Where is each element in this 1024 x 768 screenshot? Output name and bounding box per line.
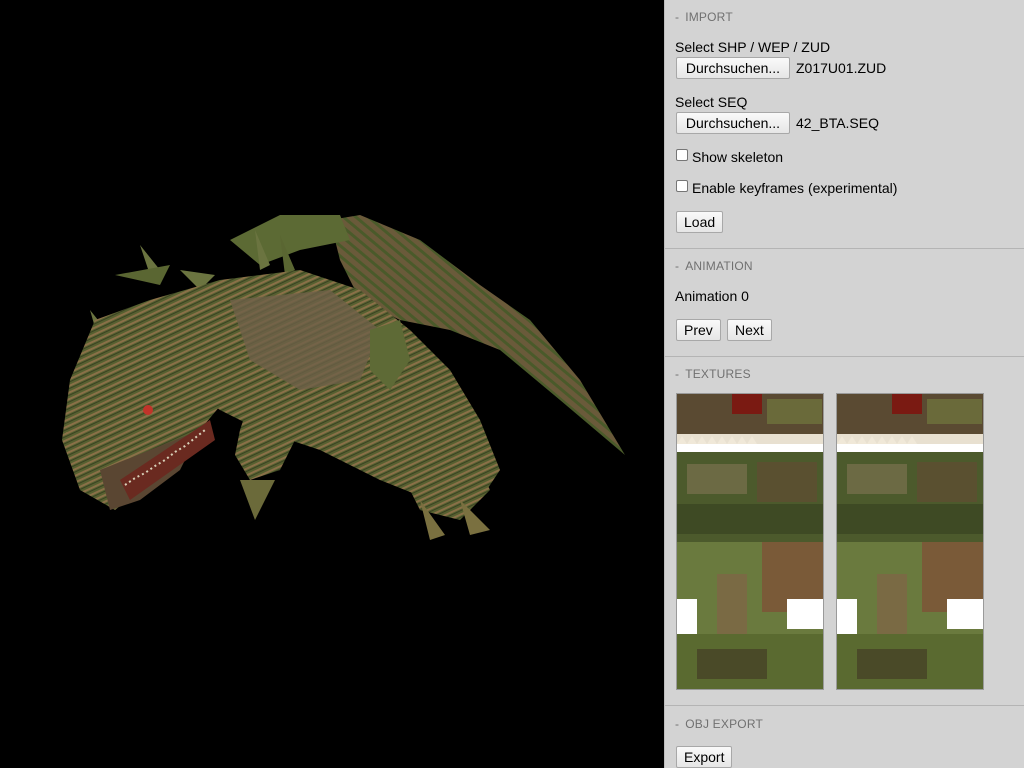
section-divider [665, 705, 1024, 706]
animation-section-header[interactable]: - ANIMATION [665, 258, 753, 274]
obj-export-header-label: OBJ EXPORT [685, 717, 763, 731]
shp-browse-button[interactable]: Durchsuchen... [676, 57, 790, 79]
enable-keyframes-checkbox[interactable] [676, 180, 688, 192]
section-divider [665, 248, 1024, 249]
show-skeleton-checkbox[interactable] [676, 149, 688, 161]
seq-browse-button[interactable]: Durchsuchen... [676, 112, 790, 134]
import-section-header[interactable]: - IMPORT [665, 9, 733, 25]
texture-thumbnail-2 [836, 393, 984, 690]
control-panel: - IMPORT Select SHP / WEP / ZUD Durchsuch… [664, 0, 1024, 768]
current-animation-label: Animation 0 [675, 288, 749, 304]
export-button[interactable]: Export [676, 746, 733, 768]
load-button[interactable]: Load [676, 211, 724, 233]
dragon-model-render [62, 215, 625, 540]
model-viewport[interactable] [0, 0, 664, 768]
seq-select-label: Select SEQ [675, 94, 748, 110]
dragon-eye [143, 405, 153, 415]
textures-section-header[interactable]: - TEXTURES [665, 366, 751, 382]
import-header-label: IMPORT [685, 10, 733, 24]
collapse-dash-icon: - [675, 10, 680, 24]
collapse-dash-icon: - [675, 717, 680, 731]
prev-animation-button[interactable]: Prev [676, 319, 721, 341]
collapse-dash-icon: - [675, 367, 680, 381]
enable-keyframes-label: Enable keyframes (experimental) [692, 180, 898, 196]
show-skeleton-label: Show skeleton [692, 149, 784, 165]
animation-header-label: ANIMATION [685, 259, 753, 273]
shp-select-label: Select SHP / WEP / ZUD [675, 39, 831, 55]
obj-export-section-header[interactable]: - OBJ EXPORT [665, 716, 763, 732]
next-animation-button[interactable]: Next [727, 319, 772, 341]
collapse-dash-icon: - [675, 259, 680, 273]
seq-file-name: 42_BTA.SEQ [796, 115, 880, 131]
texture-thumbnail-1 [676, 393, 824, 690]
shp-file-name: Z017U01.ZUD [796, 60, 887, 76]
textures-header-label: TEXTURES [685, 367, 751, 381]
section-divider [665, 356, 1024, 357]
